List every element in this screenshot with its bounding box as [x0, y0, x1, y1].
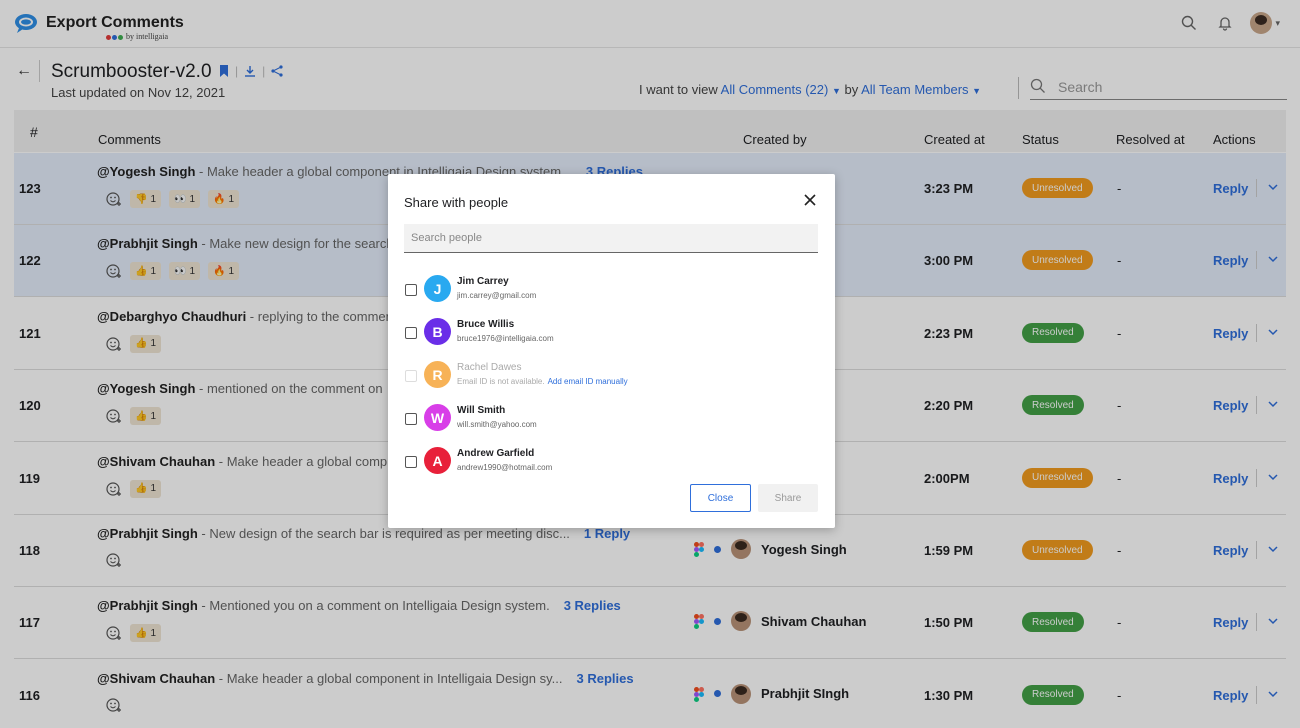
person-checkbox[interactable] [405, 284, 417, 296]
person-item[interactable]: B Bruce Willis bruce1976@intelligaia.com [405, 317, 805, 349]
person-item[interactable]: A Andrew Garfield andrew1990@hotmail.com [405, 446, 805, 478]
person-name: Bruce Willis [457, 319, 515, 330]
add-email-link[interactable]: Add email ID manually [548, 377, 628, 386]
person-email-text: Email ID is not available. [457, 377, 545, 386]
close-button[interactable]: Close [690, 484, 751, 512]
person-email: will.smith@yahoo.com [457, 420, 537, 429]
person-avatar: B [424, 318, 451, 345]
share-dialog: Share with people J Jim Carrey jim.carre… [388, 174, 835, 528]
person-avatar: J [424, 275, 451, 302]
person-checkbox[interactable] [405, 327, 417, 339]
person-email-text: bruce1976@intelligaia.com [457, 334, 554, 343]
person-item: R Rachel Dawes Email ID is not available… [405, 360, 805, 392]
app-window: Export Comments by intelligaia ▾ ← Scrum… [0, 0, 1300, 728]
close-icon[interactable] [802, 192, 818, 208]
people-search-input[interactable] [404, 224, 818, 252]
person-email-text: will.smith@yahoo.com [457, 420, 537, 429]
person-email: andrew1990@hotmail.com [457, 463, 552, 472]
person-email: bruce1976@intelligaia.com [457, 334, 554, 343]
people-search-field [404, 224, 818, 253]
person-email-text: andrew1990@hotmail.com [457, 463, 553, 472]
person-name: Will Smith [457, 405, 506, 416]
share-button[interactable]: Share [758, 484, 818, 512]
person-avatar: R [424, 361, 451, 388]
person-avatar: A [424, 447, 451, 474]
person-avatar: W [424, 404, 451, 431]
person-checkbox[interactable] [405, 413, 417, 425]
person-name: Rachel Dawes [457, 362, 522, 373]
person-item[interactable]: W Will Smith will.smith@yahoo.com [405, 403, 805, 435]
person-checkbox [405, 370, 417, 382]
person-item[interactable]: J Jim Carrey jim.carrey@gmail.com [405, 274, 805, 306]
person-email: Email ID is not available. Add email ID m… [457, 377, 628, 386]
person-email: jim.carrey@gmail.com [457, 291, 536, 300]
dialog-title: Share with people [404, 195, 509, 210]
person-name: Andrew Garfield [457, 448, 535, 459]
person-checkbox[interactable] [405, 456, 417, 468]
person-name: Jim Carrey [457, 276, 509, 287]
person-email-text: jim.carrey@gmail.com [457, 291, 537, 300]
